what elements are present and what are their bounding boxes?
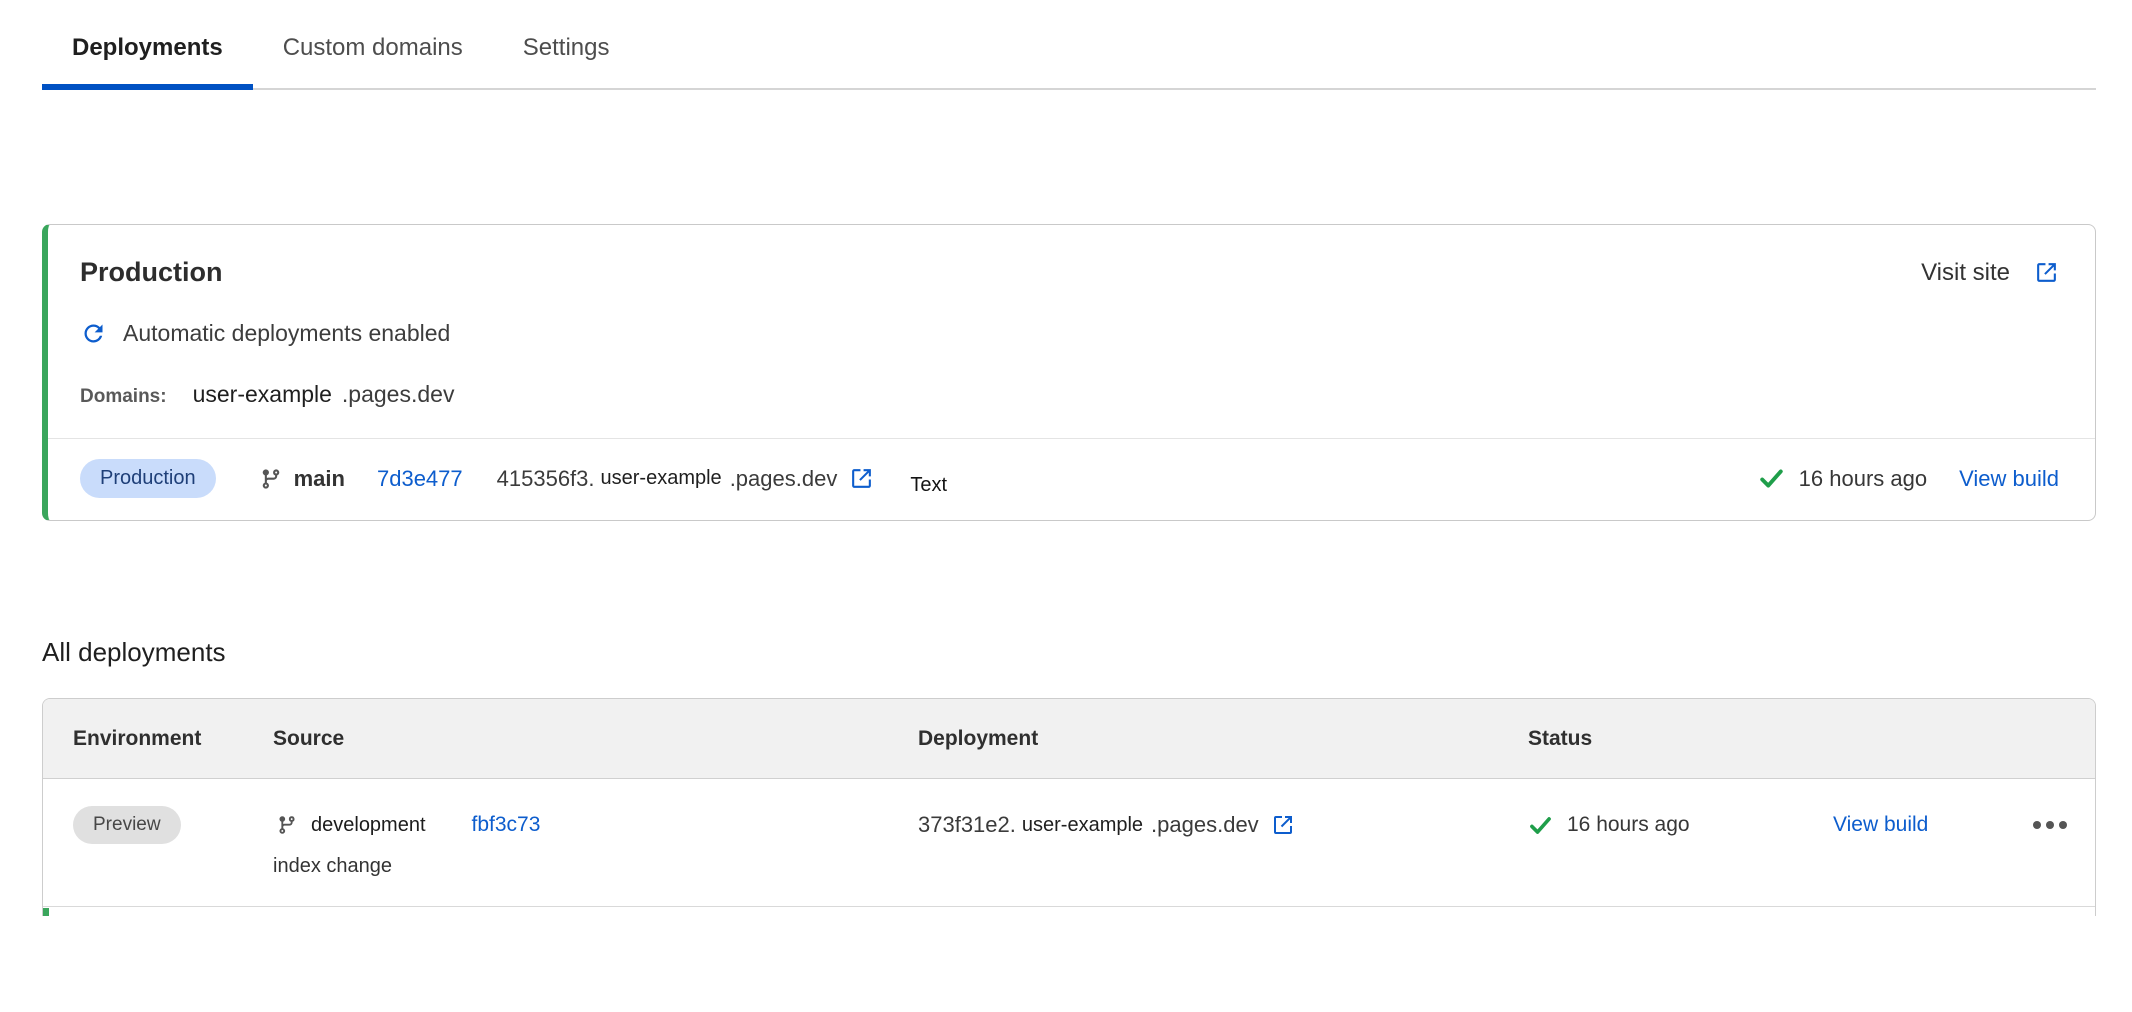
- column-deployment: Deployment: [918, 727, 1528, 751]
- deployment-row: Preview development fbf3c73 index change…: [43, 779, 2095, 907]
- all-deployments-heading: All deployments: [42, 637, 2096, 668]
- production-card-header: Production Visit site: [80, 257, 2059, 288]
- auto-deployments-text: Automatic deployments enabled: [123, 320, 450, 347]
- status-cell: 16 hours ago: [1528, 805, 1833, 845]
- production-card-title: Production: [80, 257, 223, 288]
- deployment-time: 16 hours ago: [1567, 813, 1690, 837]
- next-row-green-border: [43, 908, 49, 916]
- commit-link[interactable]: fbf3c73: [472, 813, 541, 837]
- environment-badge: Preview: [73, 806, 181, 844]
- commit-message: index change: [273, 855, 918, 878]
- commit-message: Text: [910, 474, 947, 497]
- ellipsis-icon: [2032, 820, 2068, 830]
- auto-deployments-row: Automatic deployments enabled: [80, 320, 2059, 347]
- column-source: Source: [273, 727, 918, 751]
- production-card: Production Visit site Automatic deployme…: [42, 224, 2096, 521]
- tab-deployments[interactable]: Deployments: [42, 26, 253, 90]
- actions-cell: View build: [1833, 805, 2028, 845]
- table-header-row: Environment Source Deployment Status: [43, 699, 2095, 779]
- view-build-link[interactable]: View build: [1959, 466, 2059, 492]
- git-branch-icon: [277, 815, 297, 835]
- row-menu-button[interactable]: [2028, 812, 2072, 838]
- success-check-icon: [1758, 465, 1785, 492]
- menu-cell: [2028, 805, 2095, 845]
- success-check-icon: [1528, 813, 1553, 838]
- tab-bar: Deployments Custom domains Settings: [42, 0, 2096, 90]
- deployment-url-prefix: 373f31e2.: [918, 812, 1016, 838]
- production-deployment-row: Production main 7d3e477 415356f3. user-e…: [48, 438, 2095, 520]
- environment-cell: Preview: [73, 805, 273, 845]
- commit-link[interactable]: 7d3e477: [377, 466, 463, 492]
- column-environment: Environment: [73, 727, 273, 751]
- deployment-url-name: user-example: [601, 467, 722, 490]
- deployment-url-prefix: 415356f3.: [497, 466, 595, 492]
- deployment-status: 16 hours ago View build: [1758, 465, 2059, 492]
- domains-label: Domains:: [80, 386, 167, 408]
- pages-project-page: Deployments Custom domains Settings Prod…: [0, 0, 2132, 916]
- deployment-url-name: user-example: [1022, 814, 1143, 837]
- environment-badge: Production: [80, 459, 216, 498]
- domains-row: Domains: user-example .pages.dev: [80, 381, 2059, 408]
- branch-name: main: [294, 466, 345, 492]
- git-branch-icon: [260, 468, 282, 490]
- deployment-cell: 373f31e2. user-example .pages.dev: [918, 805, 1528, 845]
- column-status: Status: [1528, 727, 1833, 751]
- deployment-url-suffix: .pages.dev: [730, 466, 838, 492]
- deployment-url-link[interactable]: 415356f3. user-example .pages.dev: [497, 466, 875, 492]
- tab-settings[interactable]: Settings: [493, 26, 640, 88]
- domain-name: user-example: [193, 381, 332, 408]
- deployment-url-link[interactable]: 373f31e2. user-example .pages.dev: [918, 812, 1295, 838]
- deployment-url-suffix: .pages.dev: [1151, 812, 1259, 838]
- source-cell: development fbf3c73 index change: [273, 805, 918, 878]
- visit-site-label: Visit site: [1921, 259, 2010, 287]
- branch-name: development: [311, 814, 426, 837]
- domain-suffix: .pages.dev: [342, 381, 455, 408]
- external-link-icon: [2034, 260, 2059, 285]
- deployments-table: Environment Source Deployment Status Pre…: [42, 698, 2096, 916]
- view-build-link[interactable]: View build: [1833, 813, 1928, 837]
- external-link-icon: [849, 466, 874, 491]
- refresh-icon: [80, 320, 107, 347]
- visit-site-link[interactable]: Visit site: [1921, 259, 2059, 287]
- deployment-time: 16 hours ago: [1799, 466, 1927, 492]
- tab-custom-domains[interactable]: Custom domains: [253, 26, 493, 88]
- next-row-peek: [43, 907, 2095, 916]
- external-link-icon: [1271, 813, 1295, 837]
